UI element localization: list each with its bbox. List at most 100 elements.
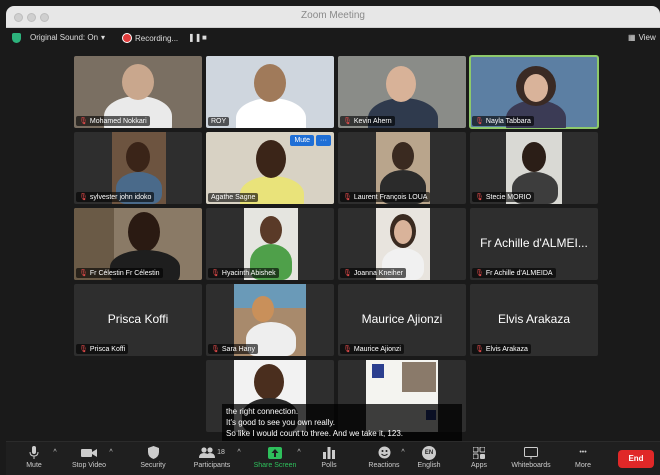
language-icon: EN	[414, 445, 444, 460]
mic-muted-icon: 🎙	[475, 118, 484, 125]
video-tile[interactable]: 🎙 Kevin Ahern	[338, 56, 466, 128]
participants-button[interactable]: 18 Participants	[190, 445, 234, 469]
video-tile[interactable]: Mute ··· Agathe Sagne	[206, 132, 334, 204]
video-tile[interactable]: 🎙 Sara Hany	[206, 284, 334, 356]
participant-display-name: Maurice Ajionzi	[361, 312, 443, 326]
tile-hover-controls: Mute ···	[290, 135, 331, 146]
more-button[interactable]: ••• More	[568, 445, 598, 469]
zoom-window: Zoom Meeting Original Sound: On ▾ Record…	[6, 6, 660, 475]
participants-label: Participants	[193, 462, 231, 469]
recording-indicator: Recording...	[122, 33, 178, 43]
video-tile[interactable]: 🎙 Laurent François LOUA	[338, 132, 466, 204]
video-options-chevron[interactable]: ^	[106, 445, 116, 462]
video-tile[interactable]: 🎙 Joanna Kneiher	[338, 208, 466, 280]
video-tile[interactable]: Fr Achille d'ALMEI... 🎙 Fr Achille d'ALME…	[470, 208, 598, 280]
original-sound-toggle[interactable]: Original Sound: On ▾	[30, 33, 105, 42]
participant-name-tag: 🎙 Laurent François LOUA	[340, 192, 431, 202]
participants-icon: 18	[190, 445, 234, 460]
participant-name: Prisca Koffi	[89, 345, 126, 353]
pause-icon: ❚❚	[188, 33, 202, 42]
whiteboards-button[interactable]: Whiteboards	[508, 445, 554, 469]
participant-face	[386, 66, 416, 102]
share-options-chevron[interactable]: ^	[294, 445, 304, 462]
video-tile[interactable]: Maurice Ajionzi 🎙 Maurice Ajionzi	[338, 284, 466, 356]
video-tile[interactable]: Elvis Arakaza 🎙 Elvis Arakaza	[470, 284, 598, 356]
stop-video-button[interactable]: Stop Video	[68, 445, 110, 469]
mute-button[interactable]: Mute	[20, 445, 48, 469]
participant-name: ROY	[211, 118, 227, 125]
security-button[interactable]: Security	[136, 445, 170, 469]
video-tile[interactable]: 🎙 Mohamed Nokkari	[74, 56, 202, 128]
meeting-toolbar: Mute ^ Stop Video ^ Security 18 Particip…	[6, 441, 660, 475]
participant-name: Fr Célestin Fr Célestin	[89, 269, 160, 277]
participant-name-tag: 🎙 Fr Célestin Fr Célestin	[76, 268, 163, 278]
participant-face	[254, 364, 284, 400]
whiteboard-icon	[508, 445, 554, 460]
language-button[interactable]: EN English	[414, 445, 444, 469]
participant-display-name: Elvis Arakaza	[497, 312, 571, 326]
participant-name: Mohamed Nokkari	[89, 117, 147, 125]
participant-name: Agathe Sagne	[211, 194, 256, 201]
participant-name: sylvester john idoko	[89, 193, 152, 201]
mute-participant-button[interactable]: Mute	[290, 135, 314, 146]
chevron-up-icon: ^	[53, 449, 57, 456]
caption-line: It's good to see you own really.	[226, 418, 335, 427]
participant-face	[260, 216, 282, 244]
share-screen-icon	[252, 445, 298, 460]
chevron-up-icon: ^	[401, 449, 405, 456]
audio-options-chevron[interactable]: ^	[50, 445, 60, 462]
view-button[interactable]: ▦ View	[628, 33, 656, 42]
participant-figure	[236, 98, 306, 128]
reactions-options-chevron[interactable]: ^	[398, 445, 408, 462]
participant-face	[254, 64, 286, 102]
chevron-up-icon: ^	[109, 449, 113, 456]
whiteboards-label: Whiteboards	[511, 462, 551, 469]
stop-recording-button[interactable]: ■	[202, 33, 207, 42]
participant-name-tag: 🎙 Fr Achille d'ALMEIDA	[472, 268, 556, 278]
video-tile[interactable]: ROY	[206, 56, 334, 128]
participant-name: Sara Hany	[221, 345, 255, 353]
participant-name: Fr Achille d'ALMEIDA	[485, 269, 553, 277]
mic-muted-icon: 🎙	[475, 194, 484, 201]
mic-muted-icon: 🎙	[79, 346, 88, 353]
mic-muted-icon: 🎙	[343, 194, 352, 201]
video-camera-icon	[68, 445, 110, 460]
share-screen-button[interactable]: Share Screen	[252, 445, 298, 469]
participant-face	[392, 142, 414, 170]
recording-label: Recording...	[135, 33, 179, 43]
participants-options-chevron[interactable]: ^	[234, 445, 244, 462]
active-speaker-tile[interactable]: 🎙 Nayla Tabbara	[469, 55, 599, 129]
video-tile[interactable]: Prisca Koffi 🎙 Prisca Koffi	[74, 284, 202, 356]
mic-muted-icon: 🎙	[211, 346, 220, 353]
encryption-status[interactable]	[12, 33, 21, 43]
participant-name: Joanna Kneiher	[353, 269, 403, 277]
participant-name-tag: 🎙 Stecie MORIO	[472, 192, 535, 202]
live-caption: the right connection. It's good to see y…	[222, 404, 462, 441]
mute-label: Mute	[26, 462, 42, 469]
end-meeting-button[interactable]: End	[618, 450, 654, 468]
more-options-button[interactable]: ···	[316, 135, 331, 146]
pause-recording-button[interactable]: ❚❚	[188, 33, 201, 42]
participant-name: Elvis Arakaza	[485, 345, 528, 353]
participant-face	[122, 64, 154, 100]
title-bar: Zoom Meeting	[6, 6, 660, 28]
video-tile[interactable]: 🎙 Fr Célestin Fr Célestin	[74, 208, 202, 280]
language-label: English	[417, 462, 441, 469]
window-title: Zoom Meeting	[301, 10, 365, 21]
participant-display-name: Prisca Koffi	[107, 312, 169, 326]
participant-face	[522, 142, 546, 172]
participant-name-tag: 🎙 Maurice Ajionzi	[340, 344, 404, 354]
polls-button[interactable]: Polls	[316, 445, 342, 469]
more-icon: •••	[579, 449, 587, 456]
video-tile[interactable]: 🎙 sylvester john idoko	[74, 132, 202, 204]
participants-count: 18	[217, 449, 225, 456]
gallery-view: 🎙 Mohamed Nokkari ROY 🎙 Kevin Ahern 🎙 Nayla…	[6, 48, 660, 441]
video-tile[interactable]: 🎙 Stecie MORIO	[470, 132, 598, 204]
more-label: More	[575, 462, 591, 469]
apps-button[interactable]: Apps	[466, 445, 492, 469]
mic-muted-icon: 🎙	[79, 118, 88, 125]
participant-name: Kevin Ahern	[353, 117, 392, 125]
participant-name-tag: Agathe Sagne	[208, 193, 259, 202]
video-tile[interactable]: 🎙 Hyacinth Abishek	[206, 208, 334, 280]
participant-name-tag: 🎙 Prisca Koffi	[76, 344, 129, 354]
